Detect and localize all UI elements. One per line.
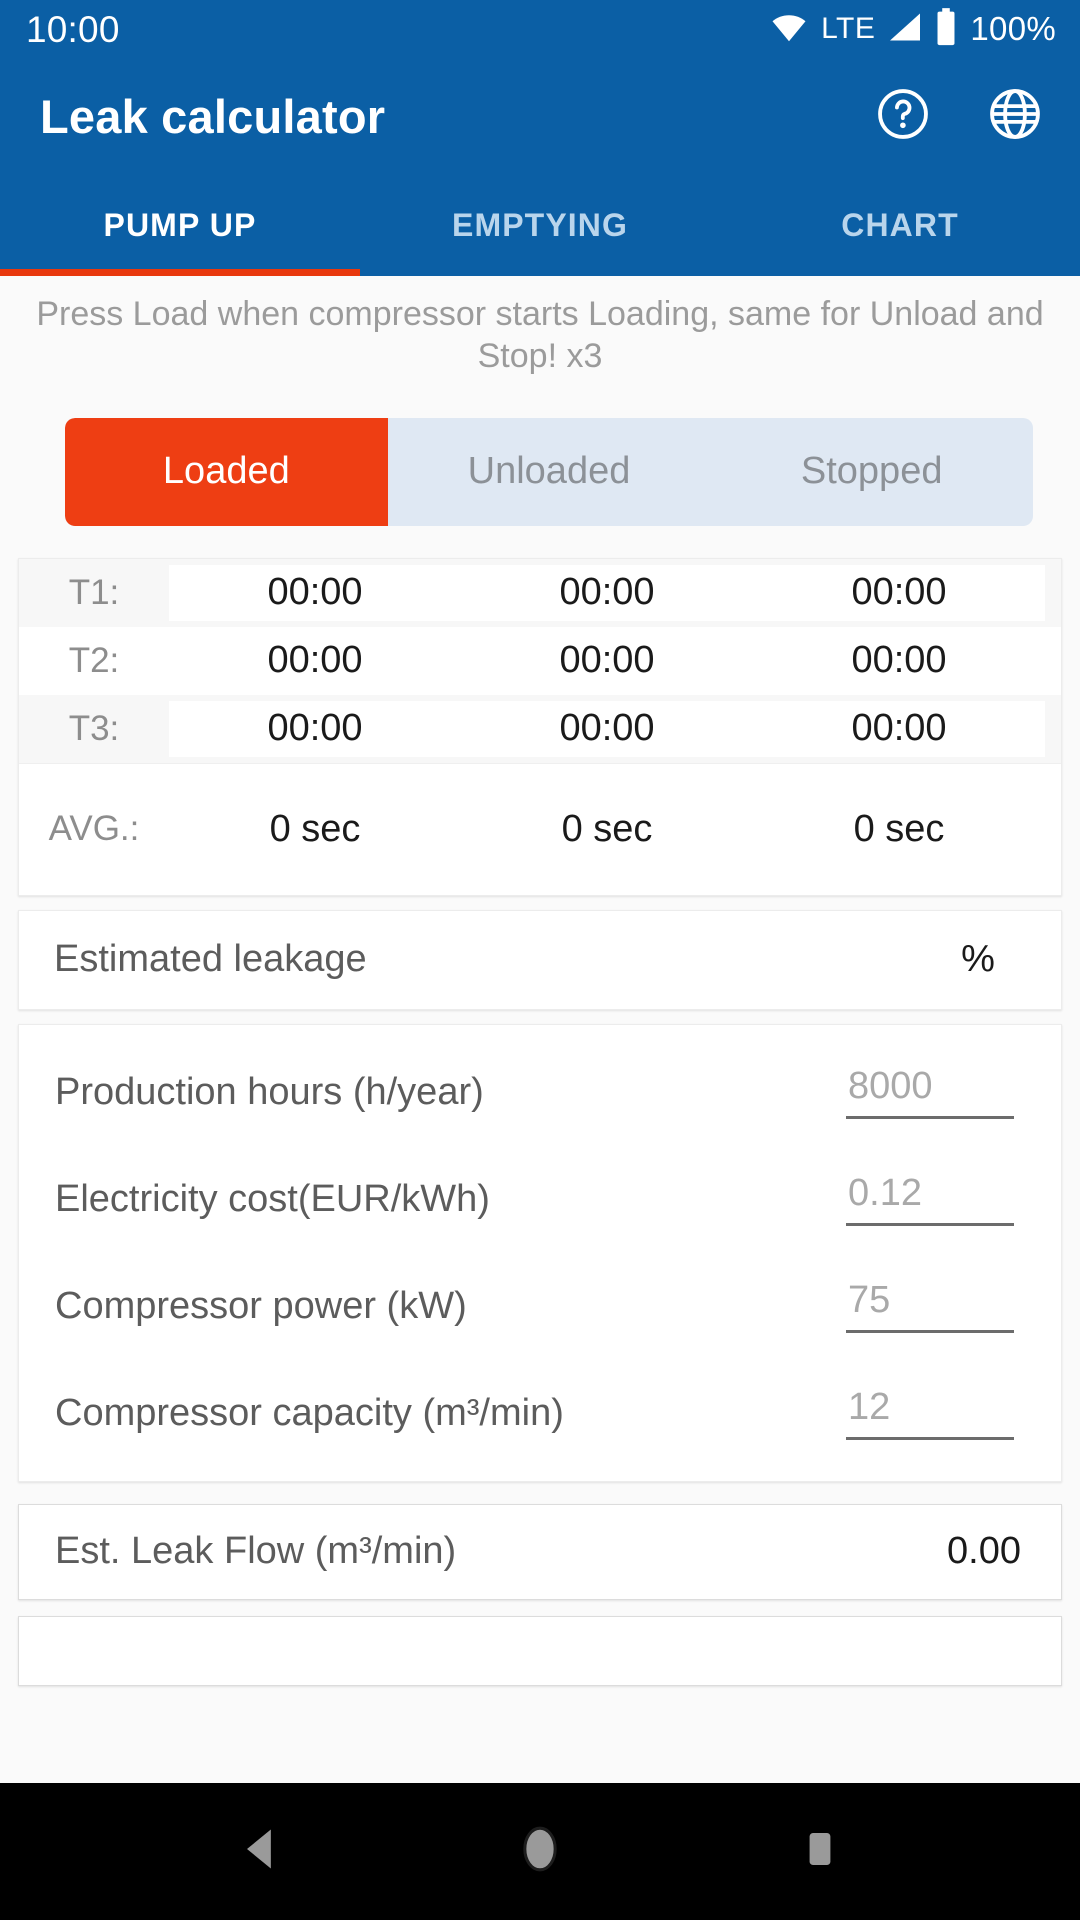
segment-stopped[interactable]: Stopped [710, 418, 1033, 526]
estimated-leakage-value: % [961, 938, 995, 981]
tab-active-indicator [0, 269, 360, 276]
tab-pump-up[interactable]: PUMP UP [0, 174, 360, 276]
row-values-avg: 0 sec 0 sec 0 sec [169, 808, 1045, 851]
label-electricity-cost: Electricity cost(EUR/kWh) [55, 1177, 490, 1220]
parameters-form-card: Production hours (h/year) Electricity co… [18, 1023, 1062, 1482]
label-production-hours: Production hours (h/year) [55, 1070, 484, 1113]
tab-chart[interactable]: CHART [720, 174, 1080, 276]
form-row-production-hours: Production hours (h/year) [19, 1039, 1061, 1146]
label-compressor-capacity: Compressor capacity (m³/min) [55, 1391, 564, 1434]
form-row-compressor-capacity: Compressor capacity (m³/min) [19, 1360, 1061, 1467]
cell-avg-stopped: 0 sec [853, 807, 945, 850]
cell-t2-unloaded[interactable]: 00:00 [461, 639, 753, 682]
estimated-leakage-card: Estimated leakage % [18, 909, 1062, 1010]
page-title: Leak calculator [40, 89, 386, 143]
instruction-hint: Press Load when compressor starts Loadin… [36, 295, 1044, 375]
android-nav-bar [0, 1783, 1080, 1920]
row-label-t1: T1: [68, 572, 120, 612]
est-leak-flow-label: Est. Leak Flow (m³/min) [55, 1530, 457, 1573]
segment-unloaded[interactable]: Unloaded [388, 418, 711, 526]
cell-t2-stopped[interactable]: 00:00 [753, 639, 1045, 682]
network-type-label: LTE [821, 12, 876, 45]
cell-t1-stopped[interactable]: 00:00 [753, 571, 1045, 614]
electricity-cost-input[interactable] [846, 1172, 1014, 1227]
back-button[interactable] [234, 1823, 286, 1880]
recents-button[interactable] [794, 1823, 846, 1880]
table-row: T1: 00:00 00:00 00:00 [19, 558, 1061, 627]
cell-avg-loaded: 0 sec [269, 807, 361, 850]
cell-t1-loaded[interactable]: 00:00 [169, 571, 461, 614]
language-globe-icon[interactable] [988, 87, 1042, 146]
wifi-icon [770, 12, 808, 47]
cell-t2-loaded[interactable]: 00:00 [169, 639, 461, 682]
table-row: T3: 00:00 00:00 00:00 [19, 694, 1061, 763]
tab-bar: PUMP UP EMPTYING CHART [0, 174, 1080, 276]
status-bar: 10:00 LTE 100% [0, 0, 1080, 58]
row-values-t1: 00:00 00:00 00:00 [169, 564, 1045, 621]
production-hours-input[interactable] [846, 1065, 1014, 1120]
times-table-card: T1: 00:00 00:00 00:00 T2: 00:00 00:00 00… [18, 557, 1062, 896]
form-row-electricity-cost: Electricity cost(EUR/kWh) [19, 1146, 1061, 1253]
cell-t3-stopped[interactable]: 00:00 [753, 707, 1045, 750]
app-root: 10:00 LTE 100% Leak calculator PUMP UP E… [0, 0, 1080, 1920]
table-row-average: AVG.: 0 sec 0 sec 0 sec [19, 762, 1061, 895]
cell-t1-unloaded[interactable]: 00:00 [461, 571, 753, 614]
cell-t3-unloaded[interactable]: 00:00 [461, 707, 753, 750]
home-button[interactable] [514, 1823, 566, 1880]
signal-icon [888, 12, 922, 47]
segment-loaded[interactable]: Loaded [65, 417, 388, 526]
est-leak-flow-value: 0.00 [947, 1530, 1021, 1573]
est-leak-flow-card: Est. Leak Flow (m³/min) 0.00 [18, 1503, 1062, 1600]
cell-avg-unloaded: 0 sec [561, 807, 653, 850]
battery-icon [935, 7, 957, 51]
row-label-t3: T3: [68, 708, 120, 748]
compressor-power-input[interactable] [846, 1279, 1014, 1334]
row-label-avg: AVG.: [48, 809, 140, 849]
compressor-capacity-input[interactable] [846, 1386, 1014, 1441]
next-result-card-partial [18, 1615, 1062, 1686]
app-bar-actions [876, 87, 1042, 146]
table-row: T2: 00:00 00:00 00:00 [19, 627, 1061, 695]
app-bar: Leak calculator [0, 58, 1080, 174]
status-clock: 10:00 [26, 8, 120, 50]
tab-emptying[interactable]: EMPTYING [360, 174, 720, 276]
battery-percent-label: 100% [970, 10, 1056, 47]
state-segmented-control: Loaded Unloaded Stopped [65, 417, 1033, 526]
form-row-compressor-power: Compressor power (kW) [19, 1253, 1061, 1360]
main-content: Press Load when compressor starts Loadin… [0, 276, 1080, 1920]
label-compressor-power: Compressor power (kW) [55, 1284, 467, 1327]
estimated-leakage-label: Estimated leakage [54, 938, 367, 981]
row-values-t2: 00:00 00:00 00:00 [169, 633, 1045, 689]
row-values-t3: 00:00 00:00 00:00 [169, 700, 1045, 757]
row-label-t2: T2: [68, 640, 120, 680]
cell-t3-loaded[interactable]: 00:00 [169, 707, 461, 750]
help-icon[interactable] [876, 87, 930, 146]
status-indicators: LTE 100% [770, 7, 1056, 51]
